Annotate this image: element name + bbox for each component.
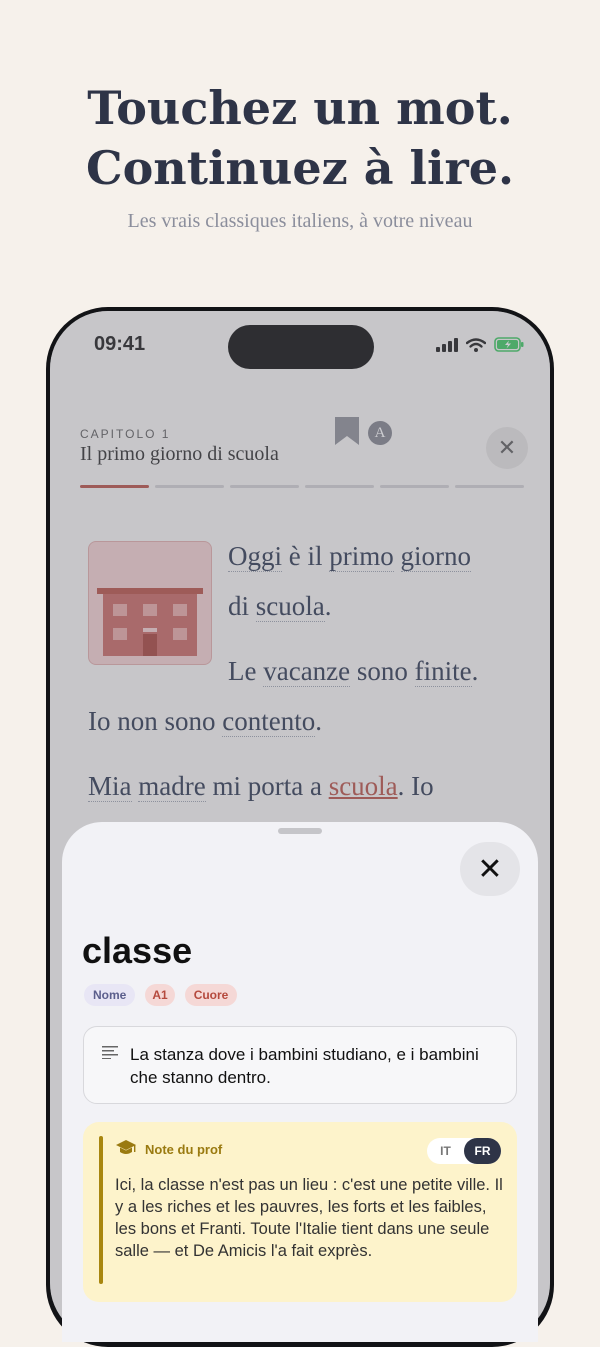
lang-option-it[interactable]: IT — [427, 1144, 464, 1158]
language-toggle: IT FR — [427, 1138, 501, 1164]
note-text: Ici, la classe n'est pas un lieu : c'est… — [115, 1176, 503, 1260]
teacher-note-card: Note du prof IT FR Ici, la classe n'est … — [83, 1122, 517, 1302]
word-tags: Nome A1 Cuore — [84, 984, 238, 1006]
sheet-grabber[interactable] — [278, 828, 322, 834]
note-title: Note du prof — [145, 1142, 223, 1157]
lang-option-fr[interactable]: FR — [464, 1138, 501, 1164]
book-badge: Cuore — [184, 984, 238, 1006]
hero-title: Touchez un mot. Continuez à lire. — [0, 78, 600, 198]
hero-title-line-1: Touchez un mot. — [87, 81, 513, 135]
hero-title-line-2: Continuez à lire. — [85, 141, 515, 195]
selected-word: classe — [82, 930, 193, 971]
definition-card: La stanza dove i bambini studiano, e i b… — [83, 1026, 517, 1104]
note-accent-bar — [99, 1136, 103, 1284]
hero-subtitle: Les vrais classiques italiens, à votre n… — [127, 210, 473, 232]
part-of-speech-badge: Nome — [84, 984, 136, 1006]
close-sheet-button[interactable]: ✕ — [460, 842, 520, 896]
word-detail-sheet: ✕ classe Nome A1 Cuore La stanza dove i … — [62, 822, 538, 1342]
graduation-cap-icon — [116, 1140, 136, 1154]
level-badge: A1 — [145, 984, 175, 1006]
definition-text: La stanza dove i bambini studiano, e i b… — [130, 1045, 479, 1087]
text-lines-icon — [102, 1046, 118, 1059]
